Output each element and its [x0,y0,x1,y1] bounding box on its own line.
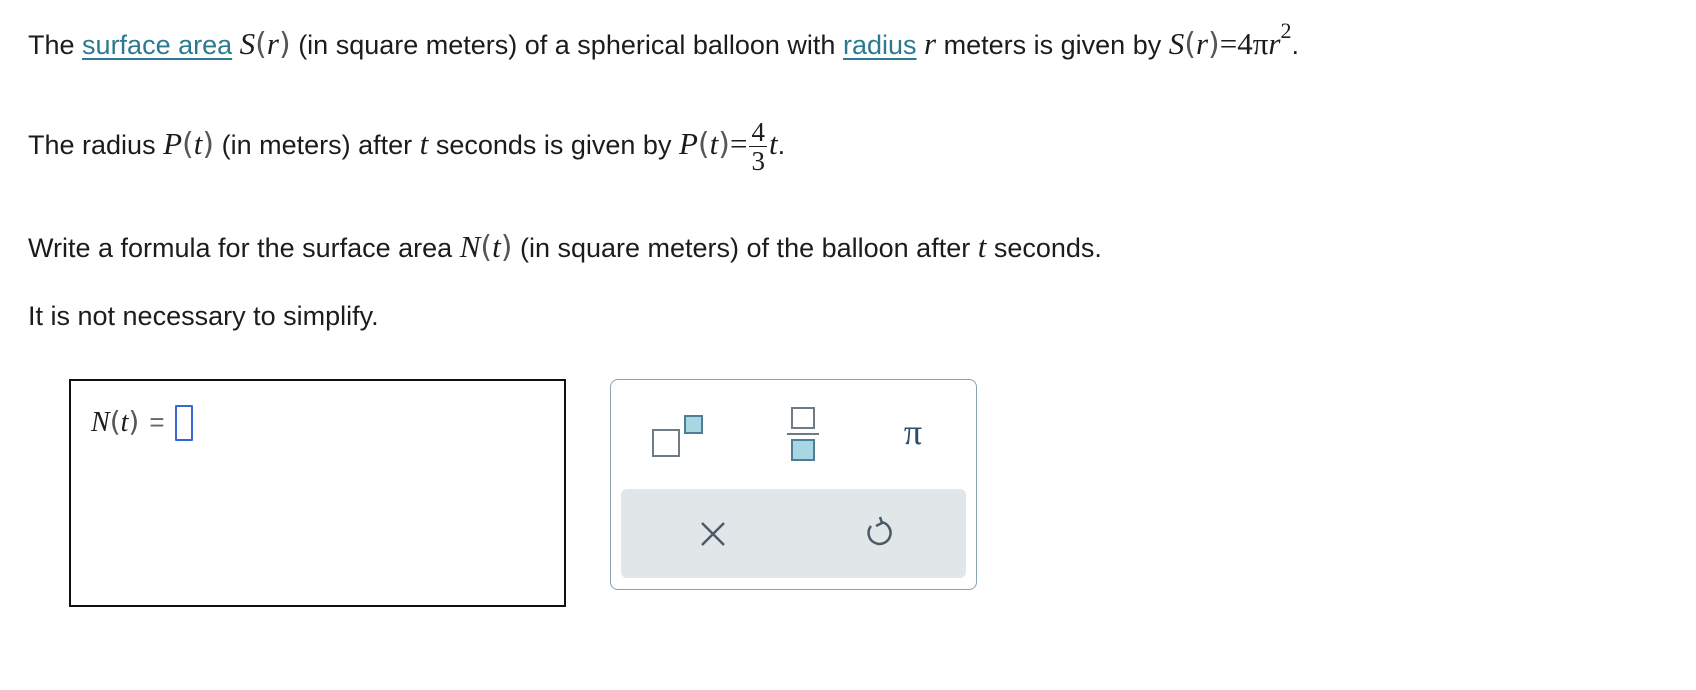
text: seconds. [993,233,1102,263]
function-n: N [91,407,110,438]
radius-link[interactable]: radius [843,30,917,60]
var-r: r [1268,26,1281,61]
exponent-button[interactable] [651,410,711,460]
var-t: t [768,125,778,161]
equals: = [1219,26,1238,61]
text: seconds is given by [435,129,672,160]
period: . [1291,30,1299,60]
var-r: r [1195,26,1209,61]
paren-open: ( [1184,27,1196,62]
paren-close: ) [718,126,730,162]
period: . [777,129,786,160]
paren-open: ( [697,126,710,162]
answer-input-box[interactable]: N(t) = [69,379,566,607]
problem-line-3: Write a formula for the surface area N(t… [28,231,1102,263]
answer-cursor-slot[interactable] [174,404,193,441]
paren-close: ) [500,230,513,265]
problem-line-2: The radius P(t) (in meters) after t seco… [28,118,785,176]
paren-close: ) [202,126,215,162]
text: The [28,30,75,60]
exponent-icon [652,415,703,457]
fraction: 43 [749,118,767,176]
denominator: 3 [751,146,765,177]
instruction-line: It is not necessary to simplify. [28,301,379,331]
answer-expression[interactable]: N(t) = [91,404,193,443]
problem-line-1: The surface area S(r) (in square meters)… [28,20,1299,62]
function-p: P [163,125,183,161]
fraction-button[interactable] [781,406,825,464]
undo-button[interactable] [861,515,897,551]
text: (in square meters) of the balloon after [519,233,971,263]
var-t: t [492,229,501,264]
paren-close: ) [1208,27,1220,62]
math-palette: π [610,379,977,590]
function-n: N [459,229,481,264]
var-t: t [977,229,987,264]
text: (in square meters) of a spherical balloo… [298,30,836,60]
var-r: r [266,26,279,61]
clear-button[interactable] [696,517,730,551]
equals: = [149,407,165,437]
pi-button[interactable]: π [891,410,935,454]
function-p: P [678,125,698,161]
text: (in meters) after [221,129,413,160]
paren-close: ) [278,27,291,62]
clear-icon [701,522,725,546]
var-t: t [419,125,429,161]
var-t: t [709,125,719,161]
paren-close: ) [128,405,140,438]
function-s: S [1168,26,1185,61]
coefficient: 4π [1237,26,1269,61]
paren-open: ( [182,126,194,162]
exponent: 2 [1280,18,1292,43]
equals: = [729,125,748,161]
var-r: r [924,26,937,61]
numerator: 4 [749,117,767,148]
function-s: S [239,26,256,61]
paren-open: ( [109,405,121,438]
fraction-icon [787,407,819,461]
paren-open: ( [480,230,493,265]
text: The radius [28,129,156,160]
surface-area-link[interactable]: surface area [82,30,232,60]
text: meters is given by [943,30,1162,60]
text: Write a formula for the surface area [28,233,453,263]
undo-icon [867,516,892,546]
palette-action-bar [621,489,966,578]
paren-open: ( [255,27,267,62]
